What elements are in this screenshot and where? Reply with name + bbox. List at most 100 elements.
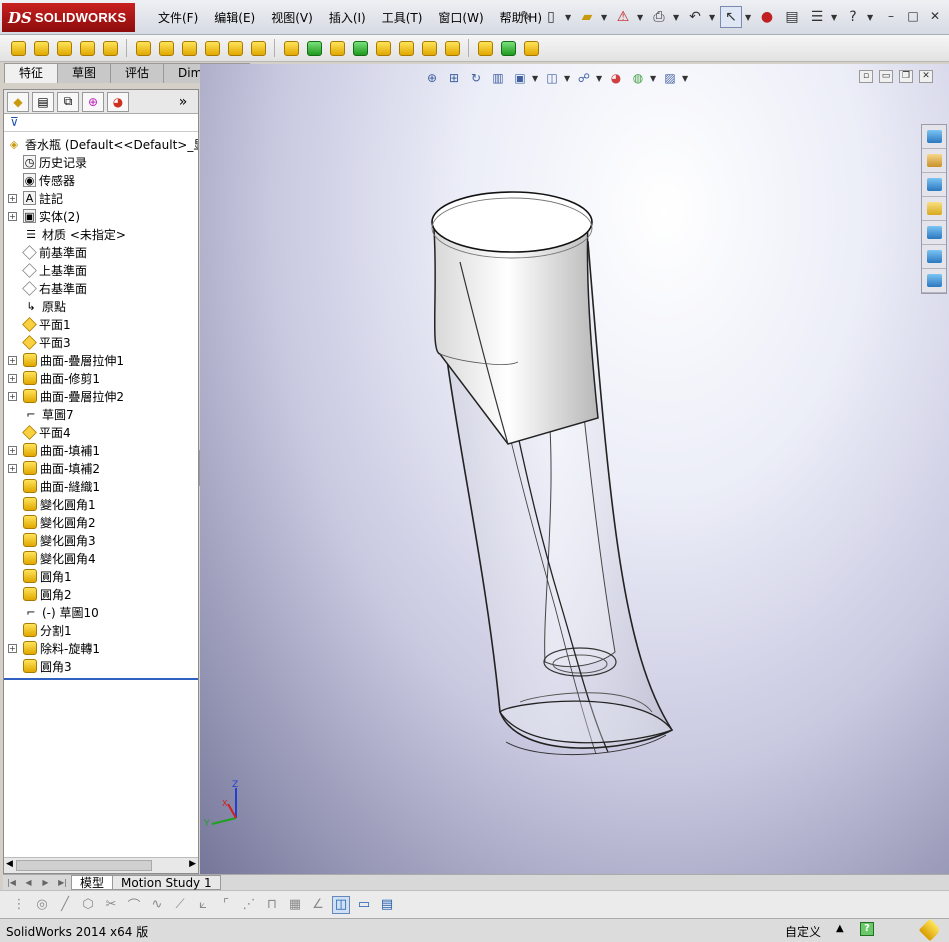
open-folder-icon[interactable]: ▰ bbox=[576, 6, 598, 28]
new-document-icon[interactable]: ▯ bbox=[540, 6, 562, 28]
tab-first-icon[interactable]: |◀ bbox=[3, 878, 20, 887]
view-palette-icon[interactable] bbox=[922, 221, 946, 245]
rollback-bar[interactable] bbox=[4, 678, 198, 680]
close-icon[interactable]: ✕ bbox=[927, 8, 943, 24]
tree-node[interactable]: ◉ 传感器 bbox=[4, 171, 198, 189]
tree-node[interactable]: ☰ 材质 <未指定> bbox=[4, 225, 198, 243]
tree-node[interactable]: 變化圓角1 bbox=[4, 495, 198, 513]
save-dropdown-icon[interactable]: ▼ bbox=[637, 13, 645, 22]
help-question-icon[interactable]: ? bbox=[842, 6, 864, 28]
point-icon[interactable]: ⋰ bbox=[240, 896, 258, 914]
view-orientation-dropdown-icon[interactable]: ▼ bbox=[564, 74, 572, 83]
graphics-area[interactable]: ⊕ ⊞ ↻ ▥ ▣ ▼ ◫ ▼ ☍ ▼ ◕ ◍ ▼ ▨ ▼ ▫ ▭ ❐ ✕ Z … bbox=[200, 64, 949, 874]
print-dropdown-icon[interactable]: ▼ bbox=[673, 13, 681, 22]
scroll-left-icon[interactable]: ◀ bbox=[6, 859, 13, 869]
tab-sketch[interactable]: 草图 bbox=[57, 63, 112, 83]
tree-node[interactable]: + A 註記 bbox=[4, 189, 198, 207]
tree-node[interactable]: 曲面-縫織1 bbox=[4, 477, 198, 495]
tree-node[interactable]: 上基準面 bbox=[4, 261, 198, 279]
appearance-dropdown-icon[interactable]: ▼ bbox=[650, 74, 658, 83]
tree-node[interactable]: 分割1 bbox=[4, 621, 198, 639]
folder-icon[interactable] bbox=[922, 197, 946, 221]
expand-plus-icon[interactable]: + bbox=[8, 373, 17, 383]
menu-edit[interactable]: 编辑(E) bbox=[206, 9, 263, 27]
feature-manager-tab-icon[interactable]: ◆ bbox=[7, 91, 29, 112]
property-manager-tab-icon[interactable]: ▤ bbox=[32, 91, 54, 112]
expand-plus-icon[interactable]: + bbox=[8, 643, 17, 653]
tree-node[interactable]: ⌐ (-) 草圖10 bbox=[4, 603, 198, 621]
new-dropdown-icon[interactable]: ▼ bbox=[565, 13, 573, 22]
revolved-boss-icon[interactable] bbox=[31, 38, 51, 58]
curves-icon[interactable] bbox=[498, 38, 518, 58]
lofted-boss-icon[interactable] bbox=[77, 38, 97, 58]
file-explorer-icon[interactable] bbox=[922, 173, 946, 197]
save-icon[interactable]: ⚠ bbox=[612, 6, 634, 28]
tree-node[interactable]: 平面4 bbox=[4, 423, 198, 441]
offset-icon[interactable]: ∿ bbox=[148, 896, 166, 914]
grid-icon[interactable]: ▦ bbox=[286, 896, 304, 914]
instant3d-icon[interactable] bbox=[521, 38, 541, 58]
tree-root-part[interactable]: ◈ 香水瓶 (Default<<Default>_显示状态 1>) bbox=[4, 135, 198, 153]
expand-plus-icon[interactable]: + bbox=[8, 355, 17, 365]
smart-dimension-icon[interactable]: ⊓ bbox=[263, 896, 281, 914]
tree-node[interactable]: 右基準面 bbox=[4, 279, 198, 297]
configuration-manager-tab-icon[interactable]: ⧉ bbox=[57, 91, 79, 112]
circle-icon[interactable]: ◎ bbox=[33, 896, 51, 914]
expand-plus-icon[interactable]: + bbox=[8, 193, 17, 203]
tree-node[interactable]: + 曲面-疊層拉伸1 bbox=[4, 351, 198, 369]
display-manager-tab-icon[interactable]: ◕ bbox=[107, 91, 129, 112]
help-dropdown-icon[interactable]: ▼ bbox=[867, 13, 875, 22]
revolved-cut-icon[interactable] bbox=[179, 38, 199, 58]
tree-node[interactable]: ◷ 历史记录 bbox=[4, 153, 198, 171]
tree-node[interactable]: + 除料-旋轉1 bbox=[4, 639, 198, 657]
options-dropdown-icon[interactable]: ▼ bbox=[831, 13, 839, 22]
edit-appearance-icon[interactable]: ◍ bbox=[628, 68, 648, 88]
rebuild-traffic-light-icon[interactable]: ● bbox=[756, 6, 778, 28]
table-icon[interactable]: ▤ bbox=[378, 896, 396, 914]
swept-cut-icon[interactable] bbox=[202, 38, 222, 58]
tree-node[interactable]: 平面3 bbox=[4, 333, 198, 351]
expand-plus-icon[interactable]: + bbox=[8, 445, 17, 455]
tree-node[interactable]: 圓角1 bbox=[4, 567, 198, 585]
menu-window[interactable]: 窗口(W) bbox=[430, 9, 491, 27]
undo-icon[interactable]: ↶ bbox=[684, 6, 706, 28]
tab-evaluate[interactable]: 评估 bbox=[110, 63, 165, 83]
options-icon[interactable]: ☰ bbox=[806, 6, 828, 28]
filter-bar[interactable]: ⊽ bbox=[4, 114, 198, 132]
dynamic-annotation-dropdown-icon[interactable]: ▼ bbox=[532, 74, 540, 83]
convert-entities-icon[interactable]: ⟀ bbox=[194, 896, 212, 914]
tree-node[interactable]: 圓角2 bbox=[4, 585, 198, 603]
shell-icon[interactable] bbox=[373, 38, 393, 58]
expand-plus-icon[interactable]: + bbox=[8, 463, 17, 473]
doc-maximize-icon[interactable]: ❐ bbox=[899, 70, 913, 83]
scroll-thumb[interactable] bbox=[16, 860, 152, 871]
display-style-icon[interactable]: ☍ bbox=[574, 68, 594, 88]
minimize-icon[interactable]: – bbox=[883, 8, 899, 24]
tree-node[interactable]: + ▣ 实体(2) bbox=[4, 207, 198, 225]
mirror-icon[interactable] bbox=[442, 38, 462, 58]
menu-insert[interactable]: 插入(I) bbox=[321, 9, 374, 27]
tree-node[interactable]: ⌐ 草圖7 bbox=[4, 405, 198, 423]
display-pane-icon[interactable]: ▭ bbox=[355, 896, 373, 914]
mirror-entities-icon[interactable]: ⟋ bbox=[171, 896, 189, 914]
horizontal-scrollbar[interactable]: ◀ ▶ bbox=[4, 857, 198, 873]
file-properties-icon[interactable]: ▤ bbox=[781, 6, 803, 28]
design-library-icon[interactable] bbox=[922, 149, 946, 173]
reference-geometry-icon[interactable] bbox=[475, 38, 495, 58]
tree-node[interactable]: 圓角3 bbox=[4, 657, 198, 675]
polygon-icon[interactable]: ⬡ bbox=[79, 896, 97, 914]
select-cursor-icon[interactable]: ↖ bbox=[720, 6, 742, 28]
select-dropdown-icon[interactable]: ▼ bbox=[745, 13, 753, 22]
tree-node[interactable]: 前基準面 bbox=[4, 243, 198, 261]
shaded-view-icon[interactable]: ◫ bbox=[332, 895, 350, 914]
open-dropdown-icon[interactable]: ▼ bbox=[601, 13, 609, 22]
hole-wizard-icon[interactable] bbox=[156, 38, 176, 58]
pin-menu-icon[interactable]: ✎ bbox=[515, 6, 537, 28]
zoom-to-area-icon[interactable]: ⊞ bbox=[444, 68, 464, 88]
menu-tools[interactable]: 工具(T) bbox=[374, 9, 431, 27]
menu-file[interactable]: 文件(F) bbox=[150, 9, 206, 27]
tab-last-icon[interactable]: ▶| bbox=[54, 878, 71, 887]
print-icon[interactable]: ⎙ bbox=[648, 6, 670, 28]
fillet-tool-icon[interactable] bbox=[281, 38, 301, 58]
units-selector[interactable]: 自定义 bbox=[785, 923, 821, 940]
